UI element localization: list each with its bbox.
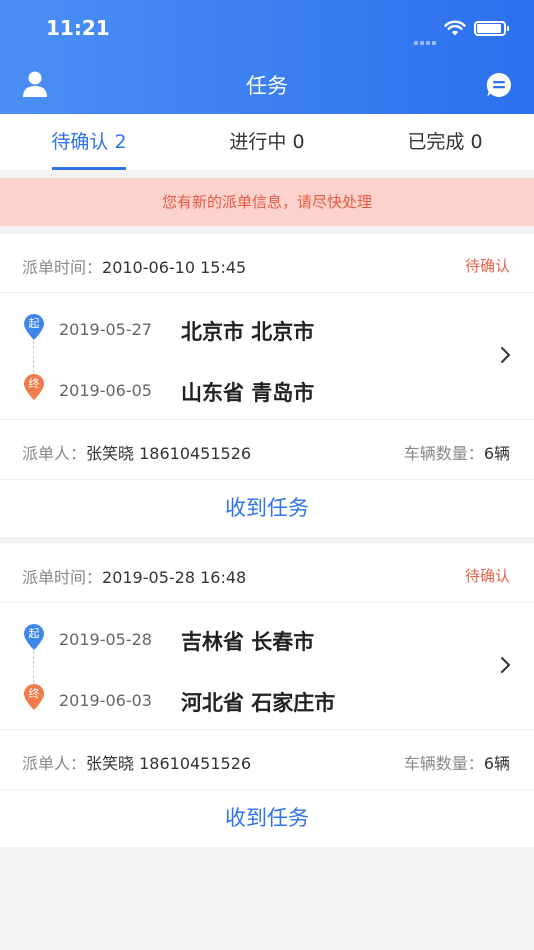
status-badge: 待确认 <box>464 567 510 585</box>
status-badge: 待确认 <box>464 257 510 275</box>
wifi-icon <box>444 20 466 36</box>
task-card: 派单时间：2019-05-28 16:48 待确认 起 终 2019-05-28… <box>0 544 534 847</box>
receive-task-button[interactable]: 收到任务 <box>0 790 534 847</box>
sender-row: 派单人：张笑晓 18610451526 车辆数量：6辆 <box>0 420 534 480</box>
new-dispatch-notice: 您有新的派单信息，请尽快处理 <box>0 178 534 226</box>
end-pin-label: 终 <box>28 687 40 700</box>
route-connector <box>33 341 34 373</box>
end-date: 2019-06-03 <box>59 691 152 710</box>
chevron-right-icon <box>501 657 510 673</box>
start-date: 2019-05-27 <box>59 320 152 339</box>
sender-label: 派单人： <box>22 754 87 773</box>
vehicle-count-label: 车辆数量： <box>403 444 484 463</box>
sender: 派单人：张笑晓 18610451526 <box>22 750 251 774</box>
end-city: 山东省 青岛市 <box>181 381 315 405</box>
status-time: 11:21 <box>46 16 110 40</box>
sender-label: 派单人： <box>22 444 87 463</box>
dispatch-time-value: 2019-05-28 16:48 <box>102 568 247 587</box>
sender-value: 张笑晓 18610451526 <box>86 754 252 773</box>
dispatch-time: 派单时间：2010-06-10 15:45 <box>22 254 246 278</box>
start-city: 吉林省 长春市 <box>181 630 315 654</box>
dispatch-time-value: 2010-06-10 15:45 <box>102 258 247 277</box>
start-pin-label: 起 <box>28 317 40 330</box>
tab-in-progress[interactable]: 进行中 0 <box>178 114 356 170</box>
message-icon[interactable] <box>486 72 512 98</box>
card-header-row: 派单时间：2019-05-28 16:48 待确认 <box>0 544 534 603</box>
end-pin-label: 终 <box>28 377 40 390</box>
route-connector <box>33 651 34 683</box>
route-row[interactable]: 起 终 2019-05-27 北京市 北京市 2019-06-05 山东省 青岛… <box>0 293 534 420</box>
start-date: 2019-05-28 <box>59 630 152 649</box>
vehicle-count-value: 6辆 <box>483 754 510 773</box>
vehicle-count-label: 车辆数量： <box>403 754 484 773</box>
task-tabs: 待确认 2 进行中 0 已完成 0 <box>0 114 534 170</box>
sender: 派单人：张笑晓 18610451526 <box>22 440 251 464</box>
card-header-row: 派单时间：2010-06-10 15:45 待确认 <box>0 234 534 293</box>
route-row[interactable]: 起 终 2019-05-28 吉林省 长春市 2019-06-03 河北省 石家… <box>0 603 534 730</box>
end-date: 2019-06-05 <box>59 381 152 400</box>
page-title: 任务 <box>246 74 288 98</box>
sender-row: 派单人：张笑晓 18610451526 车辆数量：6辆 <box>0 730 534 790</box>
vehicle-count: 车辆数量：6辆 <box>404 750 510 774</box>
app-header: 11:21 任务 <box>0 0 534 114</box>
status-bar: 11:21 <box>0 0 534 56</box>
task-card: 派单时间：2010-06-10 15:45 待确认 起 终 2019-05-27… <box>0 234 534 537</box>
vehicle-count-value: 6辆 <box>483 444 510 463</box>
dispatch-time-label: 派单时间： <box>22 568 103 587</box>
battery-icon <box>474 21 509 36</box>
dispatch-time: 派单时间：2019-05-28 16:48 <box>22 564 246 588</box>
tab-completed[interactable]: 已完成 0 <box>356 114 534 170</box>
dispatch-time-label: 派单时间： <box>22 258 103 277</box>
tab-pending[interactable]: 待确认 2 <box>0 114 178 170</box>
start-city: 北京市 北京市 <box>181 320 315 344</box>
chevron-right-icon <box>501 347 510 363</box>
end-city: 河北省 石家庄市 <box>181 691 336 715</box>
start-pin-label: 起 <box>28 627 40 640</box>
vehicle-count: 车辆数量：6辆 <box>404 440 510 464</box>
receive-task-button[interactable]: 收到任务 <box>0 480 534 537</box>
sender-value: 张笑晓 18610451526 <box>86 444 252 463</box>
cellular-signal-icon <box>414 30 438 49</box>
